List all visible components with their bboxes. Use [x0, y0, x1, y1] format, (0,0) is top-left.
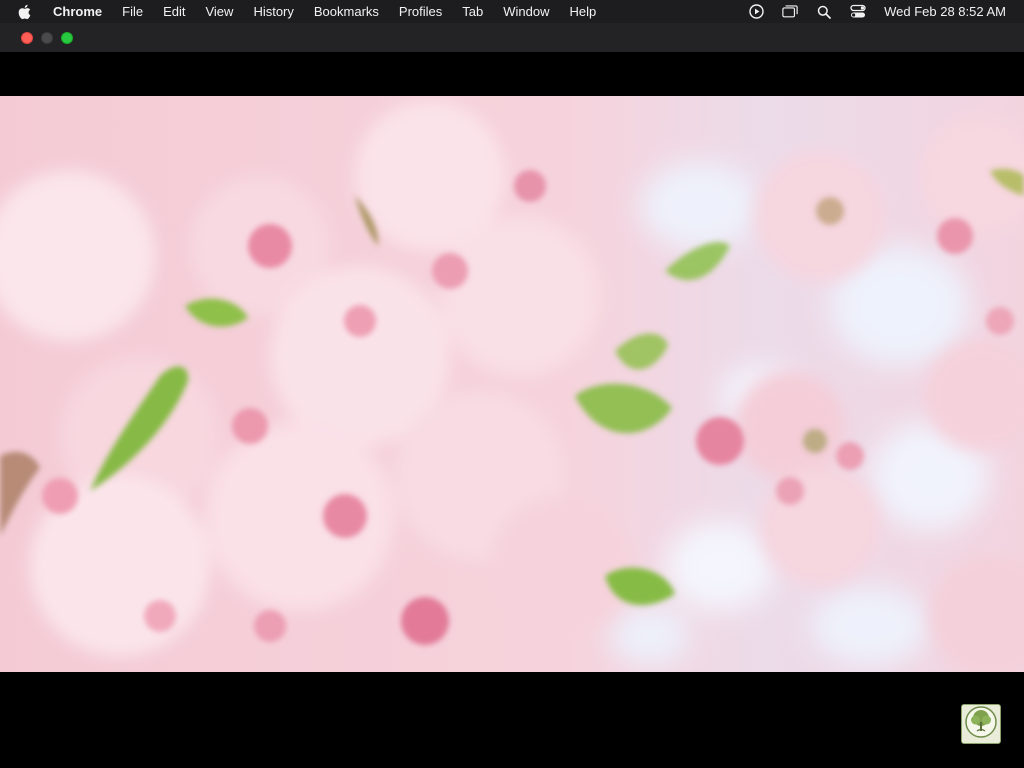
screen-mirroring-icon[interactable] — [782, 4, 798, 20]
cherry-blossom-image — [0, 96, 1024, 672]
channel-watermark[interactable] — [961, 704, 1001, 744]
menu-history[interactable]: History — [243, 0, 303, 23]
menu-file[interactable]: File — [112, 0, 153, 23]
menu-app-chrome[interactable]: Chrome — [42, 0, 112, 23]
play-circle-icon[interactable] — [748, 4, 764, 20]
menu-edit[interactable]: Edit — [153, 0, 195, 23]
menu-tab[interactable]: Tab — [452, 0, 493, 23]
control-center-icon[interactable] — [850, 4, 866, 20]
window-zoom-button[interactable] — [61, 31, 73, 44]
window-titlebar — [0, 23, 1024, 52]
menu-view[interactable]: View — [195, 0, 243, 23]
status-area: Wed Feb 28 8:52 AM — [739, 4, 1024, 20]
menu-help[interactable]: Help — [560, 0, 607, 23]
fullscreen-video-player[interactable] — [0, 52, 1024, 768]
menu-bookmarks[interactable]: Bookmarks — [304, 0, 389, 23]
apple-menu-icon[interactable] — [16, 4, 32, 20]
video-frame[interactable] — [0, 96, 1024, 672]
window-minimize-button[interactable] — [41, 31, 53, 44]
menu-window[interactable]: Window — [493, 0, 559, 23]
macos-menu-bar: Chrome File Edit View History Bookmarks … — [0, 0, 1024, 23]
menu-bar-clock[interactable]: Wed Feb 28 8:52 AM — [884, 4, 1006, 19]
spotlight-search-icon[interactable] — [816, 4, 832, 20]
menu-profiles[interactable]: Profiles — [389, 0, 452, 23]
tree-logo-icon — [964, 705, 998, 744]
window-close-button[interactable] — [21, 31, 33, 44]
